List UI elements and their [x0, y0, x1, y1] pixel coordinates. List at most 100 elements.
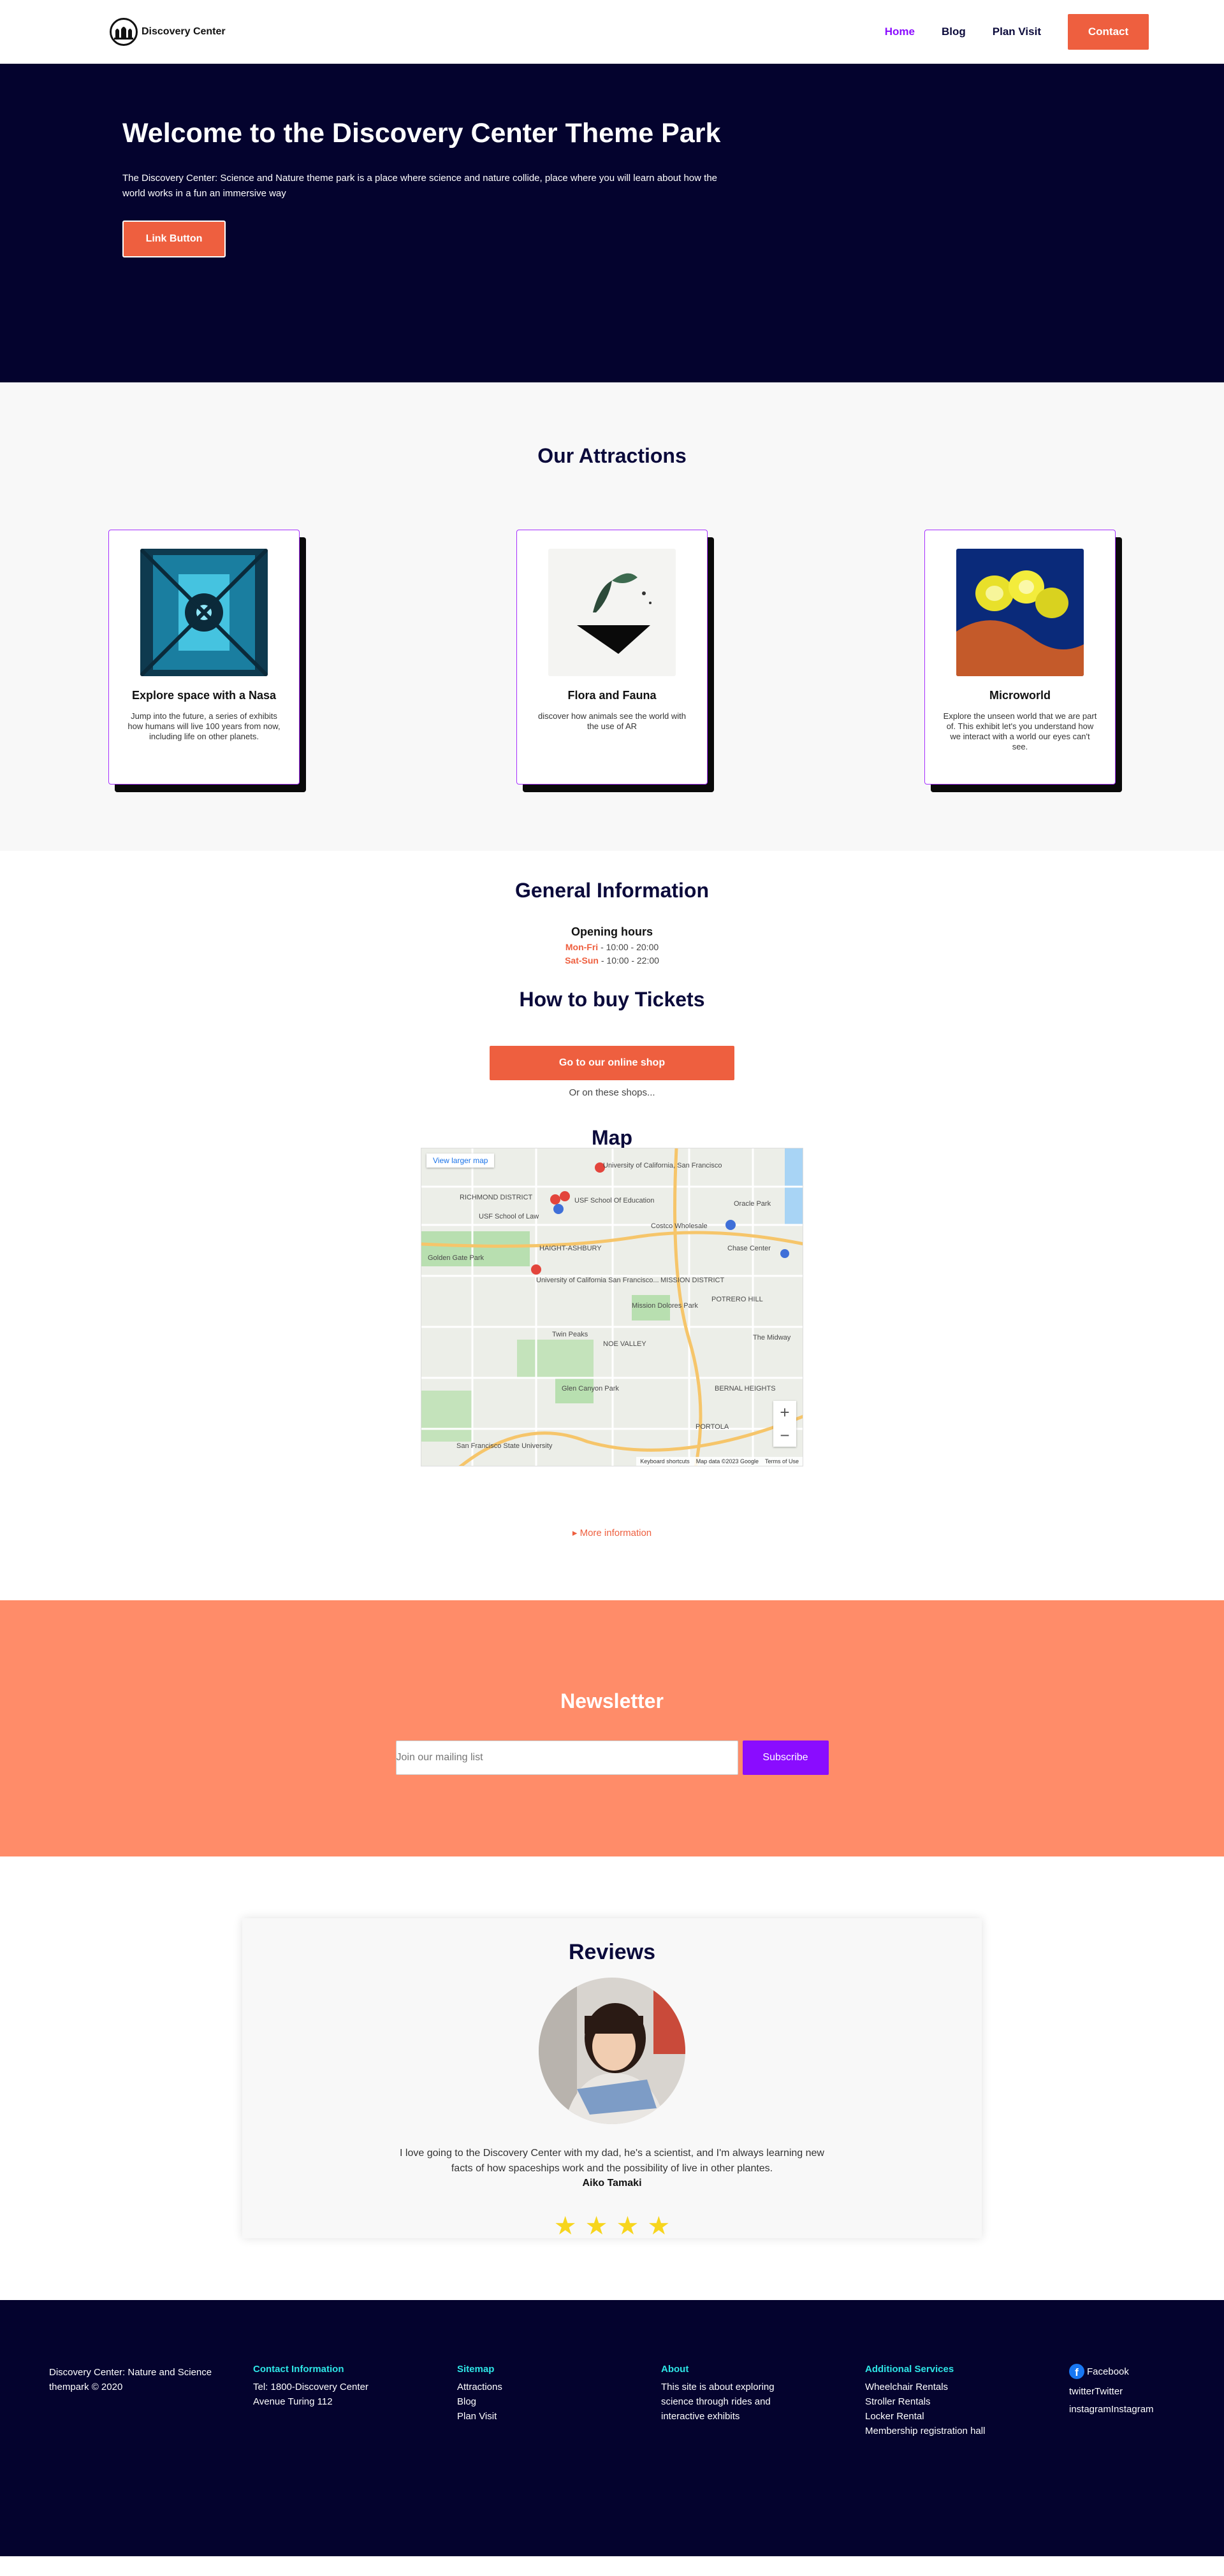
footer-services: Additional Services Wheelchair Rentals S… [865, 2364, 1069, 2556]
about-text: This site is about exploring science thr… [661, 2382, 775, 2422]
map-data-text: Map data ©2023 Google [696, 1458, 759, 1465]
keyboard-shortcuts-link[interactable]: Keyboard shortcuts [640, 1458, 690, 1465]
site-footer: Discovery Center: Nature and Science the… [0, 2300, 1224, 2556]
map-label: MISSION DISTRICT [660, 1277, 725, 1284]
footer-sitemap: Sitemap Attractions Blog Plan Visit [457, 2364, 661, 2556]
map-label: HAIGHT-ASHBURY [539, 1245, 602, 1252]
facebook-label: Facebook [1087, 2366, 1129, 2377]
footer-line: Membership registration hall [865, 2426, 986, 2436]
nav-links: Home Blog Plan Visit Contact [885, 14, 1149, 50]
facebook-link[interactable]: f Facebook [1069, 2364, 1222, 2379]
map-label: BERNAL HEIGHTS [715, 1385, 776, 1393]
opening-hours-title: Opening hours [571, 925, 653, 938]
opening-day: Mon-Fri [565, 942, 599, 952]
online-shop-button[interactable]: Go to our online shop [490, 1046, 734, 1080]
attractions-section: Our Attractions Explore space with a Nas… [0, 382, 1224, 851]
reviews-section: Reviews I love going to the Discovery Ce… [0, 1856, 1224, 2300]
zoom-out-button[interactable]: − [780, 1426, 789, 1445]
instagram-link[interactable]: instagramInstagram [1069, 2404, 1222, 2415]
map-canvas: University of California, San Francisco … [421, 1148, 803, 1466]
map-label: Oracle Park [734, 1200, 771, 1208]
flora-image [548, 549, 676, 676]
footer-line: Avenue Turing 112 [253, 2396, 333, 2407]
map-label: USF School of Law [479, 1213, 539, 1220]
nav-link-plan-visit[interactable]: Plan Visit [993, 25, 1041, 38]
footer-copyright: Discovery Center: Nature and Science the… [49, 2367, 212, 2392]
general-info-title: General Information [514, 879, 710, 902]
map-label: RICHMOND DISTRICT [460, 1194, 533, 1201]
footer-line: Tel: 1800-Discovery Center [253, 2382, 368, 2392]
facebook-icon: f [1069, 2364, 1084, 2379]
more-information-toggle[interactable]: ▸ More information [0, 1527, 1224, 1538]
microworld-image [956, 549, 1084, 676]
card-title: Explore space with a Nasa [131, 689, 277, 702]
footer-heading: Contact Information [253, 2364, 344, 2375]
opening-time: - 10:00 - 20:00 [601, 942, 659, 952]
opening-day: Sat-Sun [565, 955, 599, 966]
other-shops-text: Or on these shops... [569, 1087, 655, 1098]
card-title: Microworld [989, 689, 1051, 702]
map-label: NOE VALLEY [603, 1340, 646, 1348]
subscribe-button[interactable]: Subscribe [742, 1740, 829, 1775]
twitter-link[interactable]: twitterTwitter [1069, 2386, 1222, 2397]
mailing-list-input[interactable] [395, 1740, 738, 1775]
hero-link-button[interactable]: Link Button [122, 221, 226, 257]
brand[interactable]: Discovery Center [110, 18, 226, 46]
map-title: Map [592, 1126, 632, 1149]
footer-heading: Sitemap [457, 2364, 495, 2375]
sitemap-link-attractions[interactable]: Attractions [457, 2380, 661, 2394]
attraction-card-flora[interactable]: Flora and Fauna discover how animals see… [516, 530, 708, 785]
attraction-card-space[interactable]: Explore space with a Nasa Jump into the … [108, 530, 300, 785]
sitemap-link-blog[interactable]: Blog [457, 2394, 661, 2409]
star-icon: ★ [585, 2212, 608, 2240]
attraction-card-microworld[interactable]: Microworld Explore the unseen world that… [924, 530, 1116, 785]
nav-link-home[interactable]: Home [885, 25, 915, 38]
view-larger-map-link[interactable]: View larger map [426, 1154, 495, 1168]
nav-link-blog[interactable]: Blog [942, 25, 966, 38]
attractions-title: Our Attractions [537, 444, 687, 467]
map-label: Costco Wholesale [651, 1222, 708, 1230]
footer-line: Wheelchair Rentals [865, 2382, 949, 2392]
footer-contact: Contact Information Tel: 1800-Discovery … [253, 2364, 457, 2556]
star-icon: ★ [553, 2212, 577, 2240]
newsletter-section: Newsletter Subscribe [0, 1600, 1224, 1856]
map-label: Twin Peaks [552, 1331, 588, 1338]
map-label: The Midway [753, 1334, 791, 1342]
map-zoom-controls: + − [773, 1401, 796, 1447]
tickets-title: How to buy Tickets [519, 988, 705, 1011]
map-label: Glen Canyon Park [562, 1385, 619, 1393]
map-label: USF School Of Education [574, 1197, 654, 1205]
map-label: PORTOLA [696, 1423, 729, 1431]
footer-heading: Additional Services [865, 2364, 954, 2375]
map-label: POTRERO HILL [711, 1296, 763, 1303]
card-text: discover how animals see the world with … [538, 711, 686, 731]
map-label: Golden Gate Park [428, 1254, 484, 1262]
newsletter-form: Subscribe [0, 1740, 1224, 1775]
google-map[interactable]: University of California, San Francisco … [421, 1148, 803, 1466]
general-info: General Information Opening hours Mon-Fr… [0, 851, 1224, 1538]
reviews-title: Reviews [568, 1940, 656, 1964]
footer-social: f Facebook twitterTwitter instagramInsta… [1069, 2364, 1222, 2556]
map-label: University of California, San Francisco [603, 1162, 722, 1169]
footer-heading: About [661, 2364, 689, 2375]
opening-hours-row: Sat-Sun - 10:00 - 22:00 [0, 955, 1224, 966]
top-nav: Discovery Center Home Blog Plan Visit Co… [0, 0, 1224, 64]
star-icon: ★ [647, 2212, 671, 2240]
zoom-in-button[interactable]: + [780, 1403, 789, 1422]
map-label: University of California San Francisco..… [536, 1277, 659, 1284]
hero: Welcome to the Discovery Center Theme Pa… [0, 64, 1224, 382]
more-information-label: More information [579, 1528, 652, 1538]
card-text: Jump into the future, a series of exhibi… [127, 711, 280, 741]
review-quote: I love going to the Discovery Center wit… [400, 2148, 824, 2174]
footer-about: About This site is about exploring scien… [661, 2364, 865, 2556]
hero-title: Welcome to the Discovery Center Theme Pa… [122, 118, 721, 148]
rating-stars: ★ ★ ★ ★ [242, 2213, 982, 2239]
space-station-image [140, 549, 268, 676]
contact-button[interactable]: Contact [1068, 14, 1149, 50]
sitemap-link-plan-visit[interactable]: Plan Visit [457, 2409, 661, 2424]
map-attribution: Keyboard shortcuts Map data ©2023 Google… [636, 1457, 803, 1466]
opening-time: - 10:00 - 22:00 [601, 955, 659, 966]
terms-link[interactable]: Terms of Use [765, 1458, 799, 1465]
reviewer-name: Aiko Tamaki [582, 2178, 642, 2189]
attraction-cards: Explore space with a Nasa Jump into the … [0, 530, 1224, 797]
